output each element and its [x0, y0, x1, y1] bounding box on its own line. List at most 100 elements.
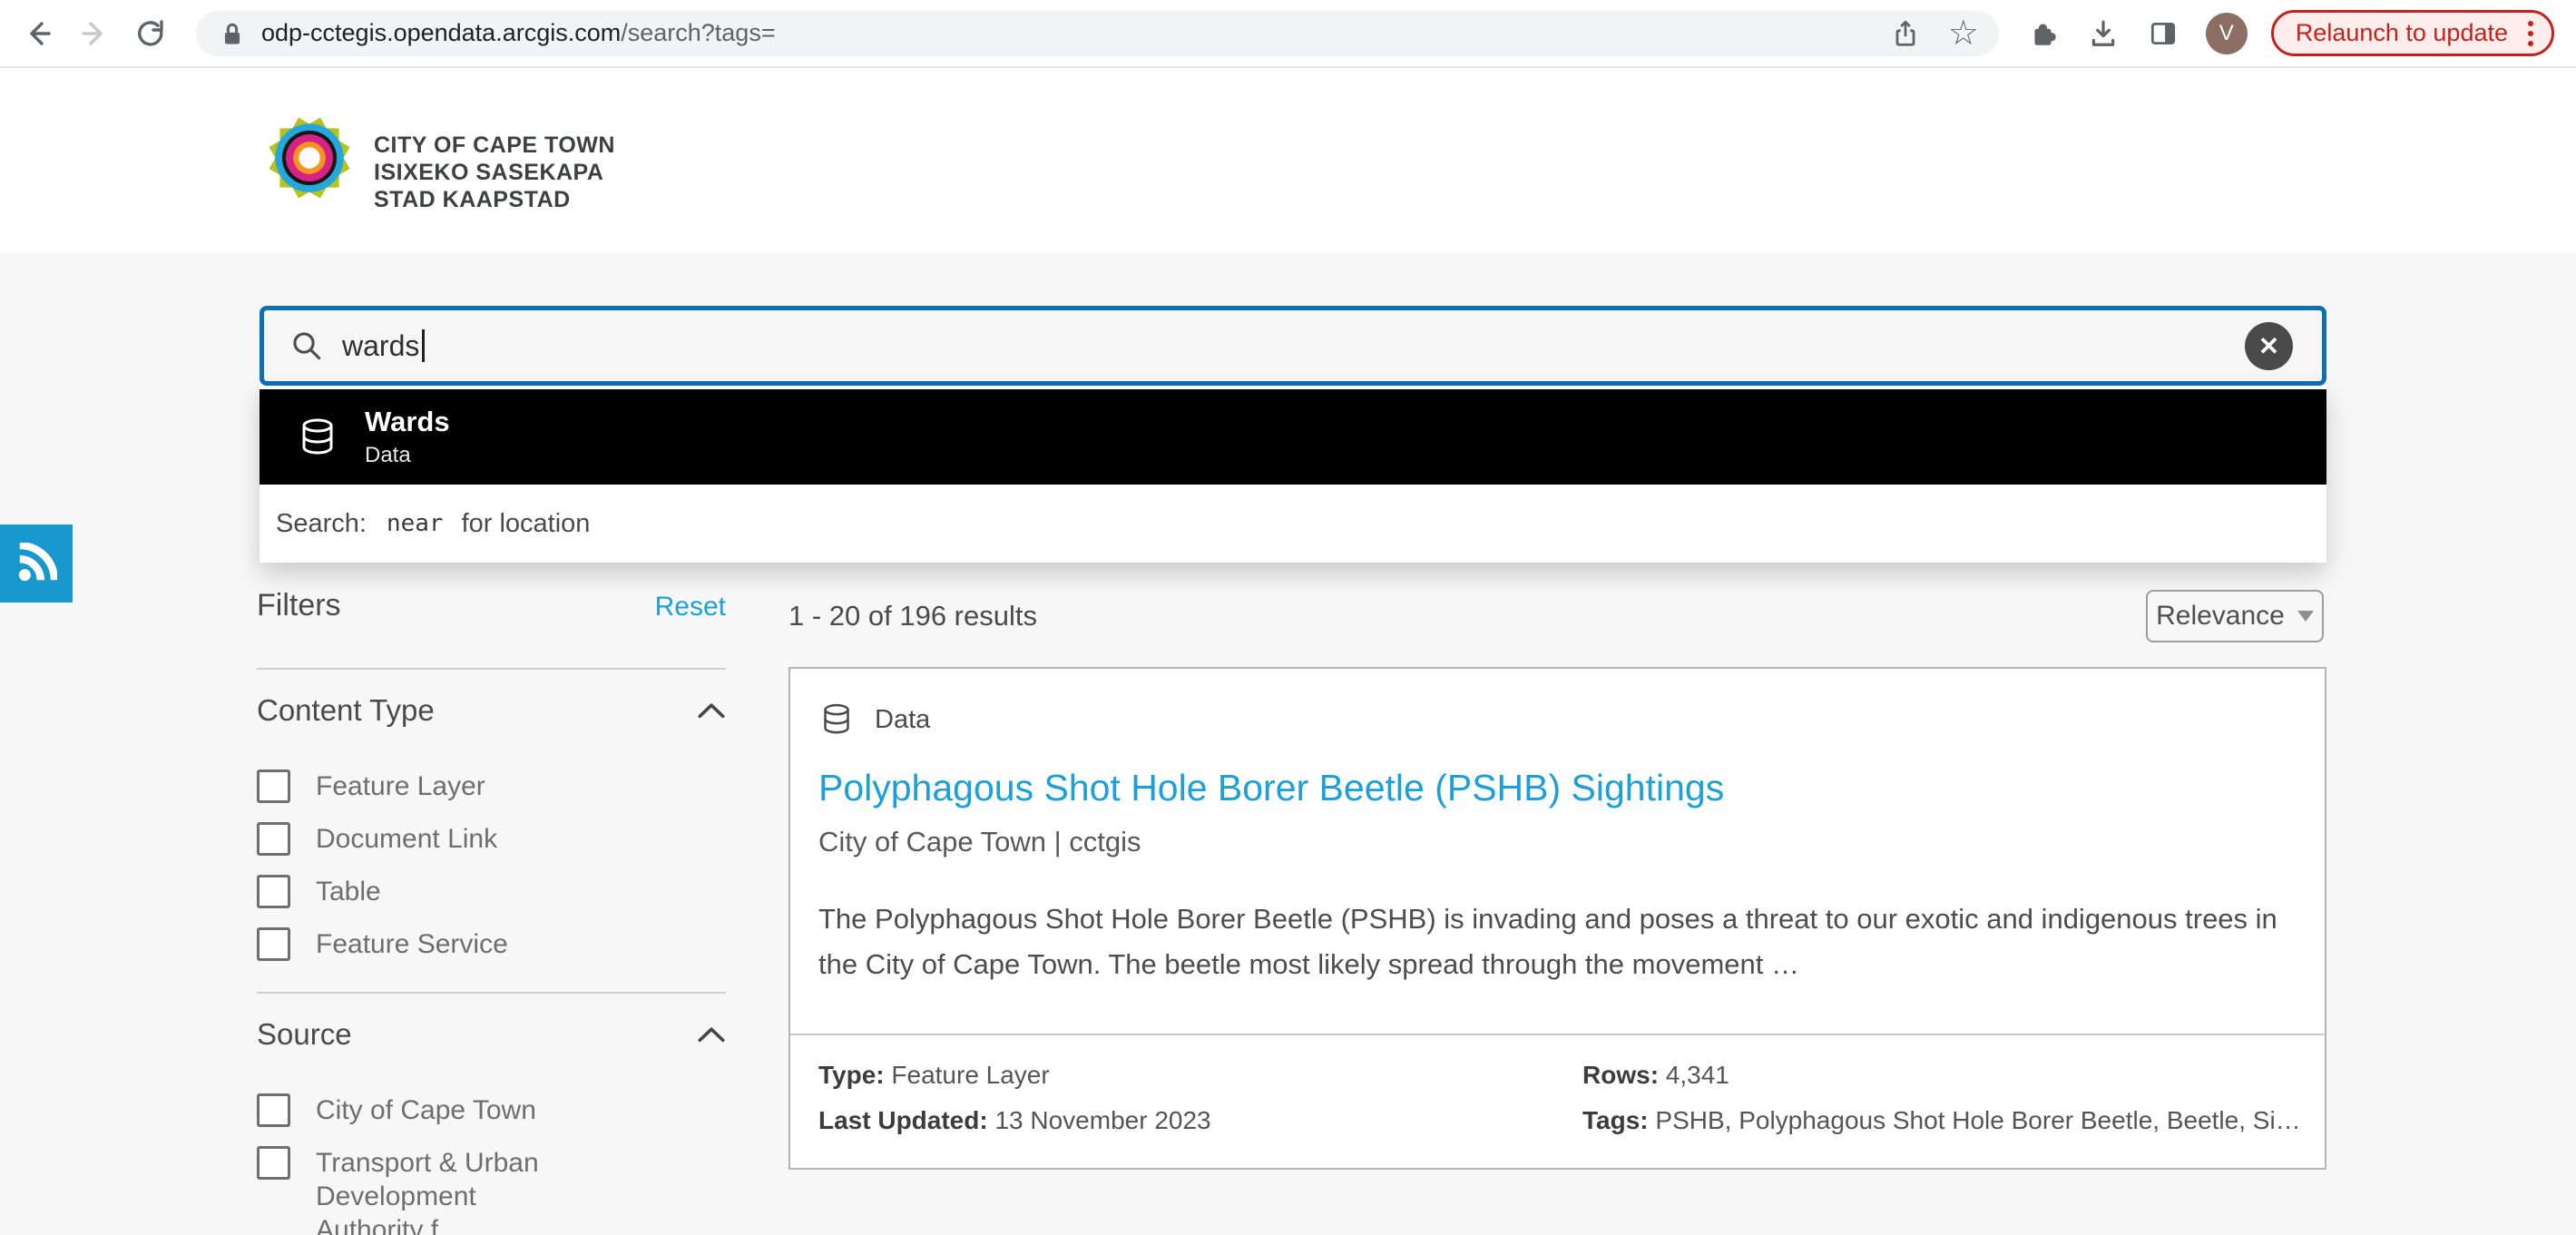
bookmark-star-icon[interactable]: ☆ [1948, 16, 1979, 51]
suggestion-type: Data [365, 443, 450, 468]
suggestion-hint-near[interactable]: Search: near for location [260, 485, 2326, 563]
reset-filters-link[interactable]: Reset [655, 592, 726, 622]
relaunch-label: Relaunch to update [2296, 19, 2508, 47]
data-cylinder-icon [818, 701, 855, 738]
source-section-header[interactable]: Source [257, 1017, 726, 1052]
rss-icon [15, 543, 57, 584]
filter-option-feature-service[interactable]: Feature Service [257, 927, 726, 961]
meta-last-updated: Last Updated13 November 2023 [818, 1104, 1211, 1137]
meta-tags: TagsPSHB, Polyphagous Shot Hole Borer Be… [1582, 1104, 2299, 1137]
meta-label: Tags [1582, 1106, 1655, 1134]
clear-icon: ✕ [2258, 331, 2279, 361]
chevron-up-icon[interactable] [697, 702, 726, 719]
sort-label: Relevance [2156, 601, 2285, 632]
filter-option-document-link[interactable]: Document Link [257, 822, 726, 856]
result-description: The Polyphagous Shot Hole Borer Beetle (… [818, 897, 2297, 987]
checkbox[interactable] [257, 1093, 290, 1127]
checkbox[interactable] [257, 822, 290, 856]
checkbox[interactable] [257, 927, 290, 961]
search-suggestions-dropdown: Wards Data Search: near for location [260, 386, 2326, 563]
suggestion-item-wards[interactable]: Wards Data [260, 389, 2326, 485]
option-label[interactable]: Transport & Urban Development Authority … [316, 1146, 588, 1235]
results-count: 1 - 20 of 196 results [788, 600, 1037, 632]
card-type-badge: Data [818, 701, 2325, 738]
data-cylinder-icon [296, 416, 339, 459]
clear-search-button[interactable]: ✕ [2245, 322, 2293, 370]
filters-title: Filters [257, 588, 341, 623]
result-title-link[interactable]: Polyphagous Shot Hole Borer Beetle (PSHB… [818, 767, 2297, 809]
city-logo-emblem [261, 110, 358, 206]
filter-option-transport-urban[interactable]: Transport & Urban Development Authority … [257, 1146, 726, 1235]
reload-icon[interactable] [134, 17, 167, 50]
downloads-icon[interactable] [2088, 18, 2119, 49]
sort-dropdown[interactable]: Relevance [2146, 590, 2324, 642]
hint-prefix: Search: [276, 509, 367, 539]
meta-type: TypeFeature Layer [818, 1059, 1211, 1092]
content-type-section-header[interactable]: Content Type [257, 693, 726, 728]
browser-toolbar: odp-cctegis.opendata.arcgis.com/search?t… [0, 0, 2576, 68]
rss-feed-button[interactable] [0, 524, 73, 603]
content-type-title: Content Type [257, 693, 435, 728]
hint-suffix: for location [462, 509, 591, 539]
logo-line-2: ISIXEKO SASEKAPA [374, 159, 615, 186]
option-label[interactable]: Table [316, 875, 381, 908]
site-header: CITY OF CAPE TOWN ISIXEKO SASEKAPA STAD … [0, 68, 2576, 252]
relaunch-to-update-button[interactable]: Relaunch to update [2271, 10, 2554, 56]
source-options: City of Cape Town Transport & Urban Deve… [257, 1093, 726, 1235]
hint-code: near [387, 510, 444, 537]
search-icon [289, 328, 324, 363]
back-icon[interactable] [22, 17, 54, 50]
option-label[interactable]: City of Cape Town [316, 1093, 536, 1127]
divider [257, 668, 726, 670]
option-label[interactable]: Feature Service [316, 927, 508, 961]
search-input[interactable]: wards ✕ [260, 306, 2326, 386]
filter-option-table[interactable]: Table [257, 875, 726, 908]
option-label[interactable]: Document Link [316, 822, 497, 856]
suggestion-title: Wards [365, 406, 450, 438]
forward-icon[interactable] [78, 17, 111, 50]
url-bar[interactable]: odp-cctegis.opendata.arcgis.com/search?t… [196, 11, 1999, 56]
filter-option-feature-layer[interactable]: Feature Layer [257, 769, 726, 803]
result-source: City of Cape Town | cctgis [818, 826, 2297, 858]
option-label[interactable]: Feature Layer [316, 769, 485, 803]
checkbox[interactable] [257, 875, 290, 908]
share-icon[interactable] [1890, 18, 1921, 49]
meta-label: Last Updated [818, 1106, 994, 1134]
chevron-up-icon[interactable] [697, 1026, 726, 1043]
logo-line-1: CITY OF CAPE TOWN [374, 132, 615, 159]
result-card[interactable]: Data Polyphagous Shot Hole Borer Beetle … [788, 667, 2326, 1170]
filters-sidebar: Filters Reset Content Type Feature Layer… [257, 588, 726, 1235]
checkbox[interactable] [257, 769, 290, 803]
city-logo-text: CITY OF CAPE TOWN ISIXEKO SASEKAPA STAD … [374, 132, 615, 213]
url-domain: odp-cctegis.opendata.arcgis.com [261, 19, 621, 46]
meta-label: Rows [1582, 1061, 1666, 1089]
card-badge-label: Data [875, 705, 930, 735]
source-title: Source [257, 1017, 352, 1052]
checkbox[interactable] [257, 1146, 290, 1180]
logo-line-3: STAD KAAPSTAD [374, 186, 615, 213]
url-path: /search?tags= [621, 19, 775, 46]
divider [257, 992, 726, 994]
meta-value: Feature Layer [891, 1061, 1049, 1089]
avatar-initial: V [2219, 21, 2234, 46]
content-type-options: Feature Layer Document Link Table Featur… [257, 769, 726, 961]
lock-icon [220, 20, 245, 47]
profile-avatar[interactable]: V [2206, 13, 2248, 54]
results-header: 1 - 20 of 196 results Relevance [788, 588, 2326, 644]
meta-value: PSHB, Polyphagous Shot Hole Borer Beetle… [1655, 1106, 2299, 1134]
extensions-icon[interactable] [2028, 18, 2059, 49]
meta-value: 4,341 [1666, 1061, 1729, 1089]
side-panel-icon[interactable] [2148, 18, 2179, 49]
chevron-down-icon [2297, 611, 2314, 622]
result-meta-footer: TypeFeature Layer Last Updated13 Novembe… [790, 1034, 2325, 1168]
text-caret [422, 329, 425, 362]
meta-label: Type [818, 1061, 891, 1089]
browser-menu-icon[interactable] [2524, 17, 2537, 50]
browser-window: odp-cctegis.opendata.arcgis.com/search?t… [0, 0, 2576, 1235]
meta-value: 13 November 2023 [994, 1106, 1210, 1134]
filter-option-city-of-cape-town[interactable]: City of Cape Town [257, 1093, 726, 1127]
meta-rows: Rows4,341 [1582, 1059, 2299, 1092]
city-of-cape-town-logo[interactable]: CITY OF CAPE TOWN ISIXEKO SASEKAPA STAD … [261, 110, 615, 213]
search-input-value[interactable]: wards [342, 329, 419, 363]
url-text: odp-cctegis.opendata.arcgis.com/search?t… [261, 19, 776, 47]
